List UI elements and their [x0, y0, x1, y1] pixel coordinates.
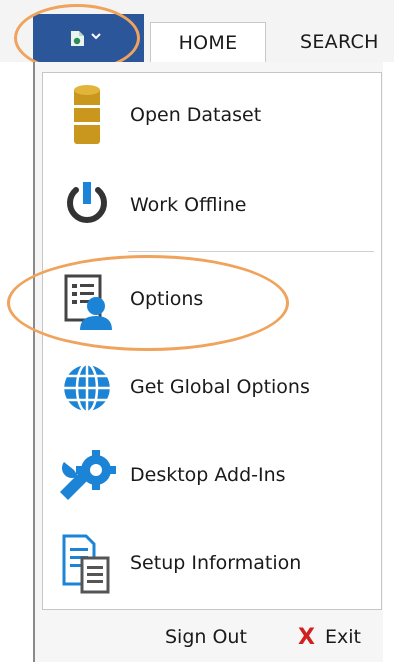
- menu-item-work-offline[interactable]: Work Offline: [44, 166, 380, 246]
- exit-x-icon: X: [298, 624, 315, 650]
- menu-item-setup-information[interactable]: Setup Information: [44, 524, 380, 604]
- power-icon: [67, 182, 107, 223]
- database-icon: [74, 85, 100, 144]
- tab-home[interactable]: HOME: [150, 22, 266, 63]
- menu-item-label: Work Offline: [130, 194, 247, 216]
- menu-separator: [128, 251, 374, 252]
- sign-out-button[interactable]: Sign Out: [165, 612, 247, 662]
- menu-item-label: Desktop Add-Ins: [130, 464, 286, 486]
- chevron-down-icon: [91, 33, 101, 40]
- menu-item-options[interactable]: Options: [44, 260, 380, 340]
- menu-item-get-global-options[interactable]: Get Global Options: [44, 348, 380, 428]
- options-user-icon: [64, 274, 112, 330]
- wrench-gear-icon: [60, 450, 116, 500]
- app-logo-icon: [71, 31, 84, 46]
- menu-item-label: Setup Information: [130, 552, 302, 574]
- menu-item-desktop-add-ins[interactable]: Desktop Add-Ins: [44, 436, 380, 516]
- exit-label: Exit: [324, 626, 361, 648]
- ribbon-bar: HOME SEARCH: [0, 0, 394, 63]
- app-menu-button[interactable]: [33, 14, 144, 62]
- menu-item-label: Get Global Options: [130, 376, 310, 398]
- menu-footer: Sign Out X Exit: [36, 612, 394, 662]
- exit-button[interactable]: X Exit: [298, 612, 361, 662]
- menu-item-open-dataset[interactable]: Open Dataset: [44, 76, 380, 156]
- setup-document-icon: [62, 534, 110, 594]
- tab-search[interactable]: SEARCH: [290, 22, 394, 62]
- menu-item-label: Options: [130, 288, 204, 310]
- menu-item-label: Open Dataset: [130, 104, 262, 126]
- globe-icon: [61, 362, 113, 414]
